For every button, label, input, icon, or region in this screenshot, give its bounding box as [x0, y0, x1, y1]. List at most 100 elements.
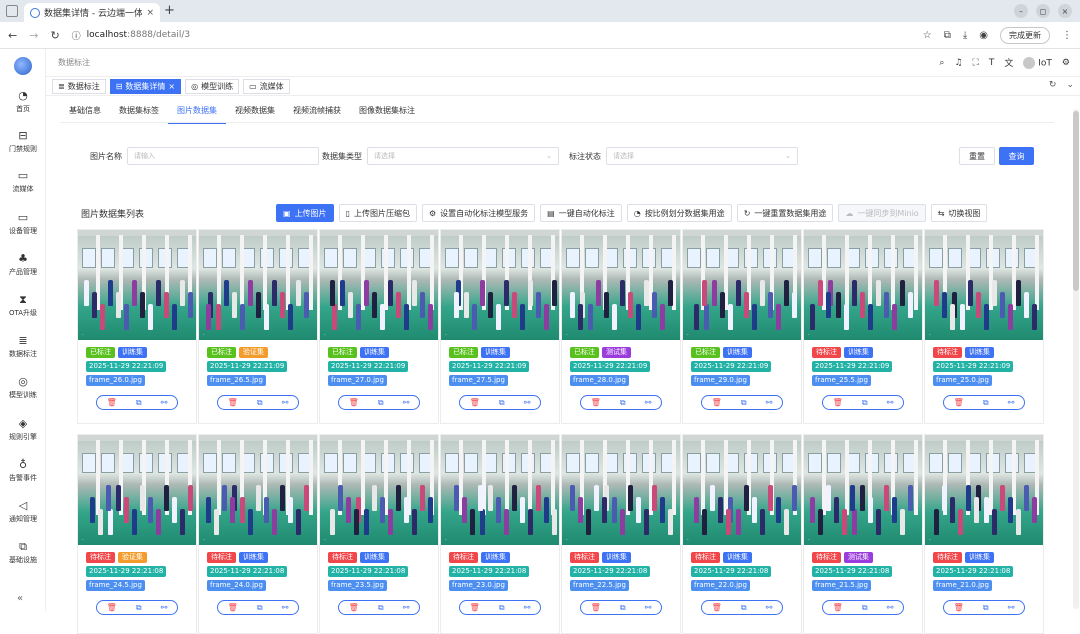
- profile-icon[interactable]: ◉: [979, 30, 988, 41]
- delete-icon[interactable]: 🗑: [228, 603, 238, 612]
- reload-icon[interactable]: ↻: [50, 29, 59, 42]
- delete-icon[interactable]: 🗑: [591, 398, 601, 407]
- image-card[interactable]: - 已标注 测试集 2025-11-29 22:21:09 frame_28.0.jpg…: [561, 229, 681, 424]
- copy-icon[interactable]: ⧉: [741, 398, 747, 407]
- breadcrumb[interactable]: 数据标注: [58, 57, 90, 68]
- bookmark-star-icon[interactable]: ☆: [923, 30, 932, 41]
- query-button[interactable]: 查询: [999, 147, 1034, 165]
- delete-icon[interactable]: 🗑: [349, 603, 359, 612]
- delete-icon[interactable]: 🗑: [470, 398, 480, 407]
- image-card[interactable]: - 待标注 训练集 2025-11-29 22:21:08 frame_22.0.jpg…: [682, 434, 802, 634]
- new-tab-button[interactable]: +: [164, 3, 175, 18]
- image-card[interactable]: - 已标注 训练集 2025-11-29 22:21:09 frame_27.5.jpg…: [440, 229, 560, 424]
- close-icon[interactable]: ×: [168, 82, 175, 91]
- page-tab-model-training[interactable]: ◎ 模型训练: [185, 78, 240, 94]
- share-icon[interactable]: ⚯: [524, 398, 531, 407]
- share-icon[interactable]: ⚯: [887, 398, 894, 407]
- image-card[interactable]: - 待标注 训练集 2025-11-29 22:21:08 frame_23.5.jpg…: [319, 434, 439, 634]
- image-thumbnail[interactable]: -: [804, 230, 922, 340]
- browser-tab[interactable]: 数据集详情 - 云边端一体 ×: [24, 3, 160, 22]
- image-thumbnail[interactable]: -: [562, 435, 680, 545]
- upload-image-button[interactable]: ▣ 上传图片: [276, 204, 334, 222]
- sidebar-item[interactable]: ◔ 首页: [0, 89, 46, 114]
- image-card[interactable]: - 待标注 训练集 2025-11-29 22:21:08 frame_22.5.jpg…: [561, 434, 681, 634]
- copy-icon[interactable]: ⧉: [378, 398, 384, 407]
- delete-icon[interactable]: 🗑: [833, 603, 843, 612]
- image-card[interactable]: - 已标注 验证集 2025-11-29 22:21:09 frame_26.5.jpg…: [198, 229, 318, 424]
- image-card[interactable]: - 已标注 训练集 2025-11-29 22:21:09 frame_29.0.jpg…: [682, 229, 802, 424]
- tab-list-icon[interactable]: [6, 5, 18, 17]
- notification-icon[interactable]: ♫: [954, 58, 962, 68]
- split-dataset-button[interactable]: ◔ 按比例划分数据集用途: [626, 204, 732, 222]
- copy-icon[interactable]: ⧉: [620, 603, 626, 612]
- scrollbar-thumb[interactable]: [1073, 111, 1079, 291]
- copy-icon[interactable]: ⧉: [136, 603, 142, 612]
- delete-icon[interactable]: 🗑: [591, 603, 601, 612]
- refresh-icon[interactable]: ↻: [1049, 80, 1057, 90]
- sidebar-item[interactable]: ≣ 数据标注: [0, 334, 46, 359]
- reset-button[interactable]: 重置: [959, 147, 995, 165]
- image-thumbnail[interactable]: -: [804, 435, 922, 545]
- copy-icon[interactable]: ⧉: [378, 603, 384, 612]
- copy-icon[interactable]: ⧉: [257, 603, 263, 612]
- upload-zip-button[interactable]: ▯ 上传图片压缩包: [338, 204, 417, 222]
- share-icon[interactable]: ⚯: [403, 603, 410, 612]
- image-thumbnail[interactable]: -: [78, 435, 196, 545]
- collapse-sidebar-icon[interactable]: «: [17, 593, 23, 604]
- delete-icon[interactable]: 🗑: [349, 398, 359, 407]
- image-card[interactable]: - 待标注 训练集 2025-11-29 22:21:08 frame_21.0.jpg…: [924, 434, 1044, 634]
- image-thumbnail[interactable]: -: [199, 230, 317, 340]
- copy-icon[interactable]: ⧉: [620, 398, 626, 407]
- sync-minio-button[interactable]: ☁ 一键同步到Minio: [838, 204, 926, 222]
- image-thumbnail[interactable]: -: [441, 435, 559, 545]
- settings-gear-icon[interactable]: ⚙: [1062, 58, 1070, 68]
- sidebar-item[interactable]: ◈ 规则引擎: [0, 417, 46, 442]
- share-icon[interactable]: ⚯: [645, 398, 652, 407]
- image-card[interactable]: - 已标注 训练集 2025-11-29 22:21:09 frame_26.0.jpg…: [77, 229, 197, 424]
- delete-icon[interactable]: 🗑: [107, 603, 117, 612]
- copy-icon[interactable]: ⧉: [499, 603, 505, 612]
- sidebar-item[interactable]: ▭ 设备管理: [0, 211, 46, 236]
- share-icon[interactable]: ⚯: [282, 603, 289, 612]
- share-icon[interactable]: ⚯: [766, 398, 773, 407]
- dataset-type-select[interactable]: 请选择 ⌄: [367, 147, 559, 165]
- image-name-input[interactable]: 请输入: [127, 147, 319, 165]
- page-tab-dataset-detail[interactable]: ⊟ 数据集详情 ×: [109, 78, 182, 94]
- site-info-icon[interactable]: ⓘ: [72, 29, 81, 42]
- delete-icon[interactable]: 🗑: [228, 398, 238, 407]
- close-window-button[interactable]: ×: [1058, 4, 1072, 18]
- copy-icon[interactable]: ⧉: [257, 398, 263, 407]
- back-icon[interactable]: ←: [8, 29, 17, 42]
- share-icon[interactable]: ⚯: [1008, 398, 1015, 407]
- copy-icon[interactable]: ⧉: [499, 398, 505, 407]
- forward-icon[interactable]: →: [29, 29, 38, 42]
- delete-icon[interactable]: 🗑: [954, 398, 964, 407]
- delete-icon[interactable]: 🗑: [954, 603, 964, 612]
- image-thumbnail[interactable]: -: [683, 435, 801, 545]
- image-thumbnail[interactable]: -: [925, 230, 1043, 340]
- sidebar-item[interactable]: ♁ 告警事件: [0, 458, 46, 483]
- image-card[interactable]: - 已标注 训练集 2025-11-29 22:21:09 frame_27.0.jpg…: [319, 229, 439, 424]
- image-card[interactable]: - 待标注 训练集 2025-11-29 22:21:09 frame_25.5.jpg…: [803, 229, 923, 424]
- search-icon[interactable]: ⌕: [939, 58, 944, 68]
- share-icon[interactable]: ⚯: [524, 603, 531, 612]
- image-card[interactable]: - 待标注 训练集 2025-11-29 22:21:08 frame_23.0.jpg…: [440, 434, 560, 634]
- image-thumbnail[interactable]: -: [925, 435, 1043, 545]
- download-icon[interactable]: ⤓: [963, 30, 967, 41]
- avatar[interactable]: [1023, 56, 1036, 69]
- sidebar-item[interactable]: ♣ 产品管理: [0, 252, 46, 277]
- chevron-down-icon[interactable]: ⌄: [1066, 80, 1074, 90]
- page-tab-dataset-annotation[interactable]: ≣ 数据标注: [52, 78, 106, 94]
- delete-icon[interactable]: 🗑: [107, 398, 117, 407]
- delete-icon[interactable]: 🗑: [712, 398, 722, 407]
- share-icon[interactable]: ⚯: [403, 398, 410, 407]
- update-button[interactable]: 完成更新: [1000, 26, 1050, 44]
- fullscreen-icon[interactable]: ⛶: [973, 58, 979, 68]
- user-name[interactable]: IoT: [1038, 58, 1052, 68]
- share-icon[interactable]: ⚯: [282, 398, 289, 407]
- copy-icon[interactable]: ⧉: [862, 603, 868, 612]
- delete-icon[interactable]: 🗑: [833, 398, 843, 407]
- copy-icon[interactable]: ⧉: [983, 398, 989, 407]
- image-thumbnail[interactable]: -: [199, 435, 317, 545]
- browser-menu-icon[interactable]: ⋮: [1062, 30, 1072, 41]
